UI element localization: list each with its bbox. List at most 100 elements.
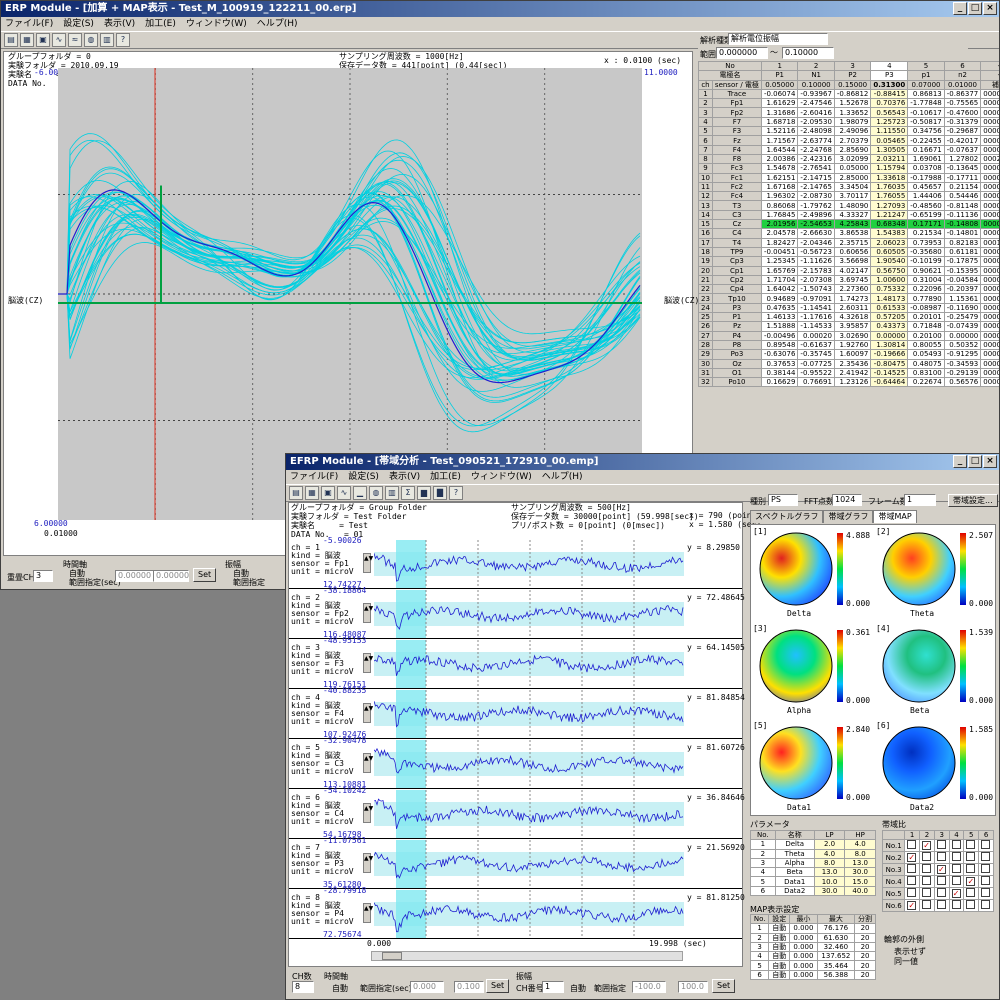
map-icon[interactable]: ◍ xyxy=(369,486,383,500)
channel-spin-icon[interactable]: ▲▼ xyxy=(363,753,373,773)
table-row[interactable]: 14 C3 1.76845 -2.49896 4.33327 1.21247 -0.6519… xyxy=(698,209,999,221)
mapset-row[interactable]: 4 自動 0.000 137.652 20 xyxy=(749,951,876,962)
channel-wave-plot[interactable] xyxy=(374,540,684,588)
band-checkbox[interactable] xyxy=(919,887,935,901)
channel-spin-icon[interactable]: ▲▼ xyxy=(363,703,373,723)
analysis-table[interactable]: No 1 2 3 4 5 6- 電極名 P1 N1 P2 P3 p1 n2- ch sensor / 電極 0.… xyxy=(698,60,999,388)
table-row[interactable]: 29 Po3 -0.63076 -0.35745 1.60097 -0.19666 0.05… xyxy=(698,349,999,360)
checkbox[interactable] xyxy=(966,840,976,850)
mapset-cell[interactable]: 35.464 xyxy=(816,960,856,971)
checkbox[interactable]: ✓ xyxy=(907,901,917,911)
wave-icon[interactable]: ∿ xyxy=(337,486,351,500)
mapset-cell[interactable]: 0.000 xyxy=(789,932,818,943)
checkbox[interactable] xyxy=(907,888,917,898)
channel-spin-icon[interactable]: ▲▼ xyxy=(363,553,373,573)
band-checkbox[interactable]: ✓ xyxy=(919,839,935,853)
horizontal-scrollbar[interactable] xyxy=(371,951,683,961)
table-row[interactable]: 11 Fc2 1.67168 -2.14765 3.34504 1.76035 0.4565… xyxy=(698,181,999,193)
band-checkbox[interactable]: ✓ xyxy=(963,875,980,889)
checkbox[interactable] xyxy=(981,900,991,910)
channel-wave-plot[interactable] xyxy=(374,790,684,838)
table-row[interactable]: 24 P3 0.47635 -1.14541 2.60311 0.61533 -0.0898… xyxy=(698,302,999,314)
band-checkbox[interactable] xyxy=(919,863,935,877)
minimize-icon[interactable]: _ xyxy=(953,2,967,15)
table-row[interactable]: 8 F8 2.00386 -2.42316 3.02099 2.03211 1.69061 1… xyxy=(698,153,999,165)
band-checkbox[interactable] xyxy=(963,887,980,901)
checkbox[interactable] xyxy=(936,840,946,850)
table-row[interactable]: 28 P8 0.89548 -0.61637 1.92760 1.30814 0.80055… xyxy=(698,339,999,351)
mapset-row[interactable]: 5 自動 0.000 35.464 20 xyxy=(749,960,876,971)
back-count-select[interactable]: 3 xyxy=(33,570,53,582)
band-checkbox[interactable] xyxy=(933,851,950,865)
amp-auto-radio[interactable]: 自動 xyxy=(570,983,586,994)
band-checkbox[interactable]: ✓ xyxy=(904,851,921,865)
channel-spin-icon[interactable]: ▲▼ xyxy=(363,903,373,923)
band-checkbox[interactable] xyxy=(933,899,950,913)
checkbox[interactable] xyxy=(951,900,961,910)
back-from-field[interactable]: 0.00000 xyxy=(115,570,155,582)
checkbox[interactable] xyxy=(907,876,917,886)
band-map-cell[interactable]: [4] 1.539 0.000 Beta xyxy=(874,622,996,718)
checkbox[interactable] xyxy=(966,864,976,874)
checkbox[interactable] xyxy=(922,876,932,886)
menu-item[interactable]: 表示(V) xyxy=(389,470,420,484)
back-set-button[interactable]: Set xyxy=(193,568,217,582)
param-cell[interactable]: 4.0 xyxy=(844,839,876,850)
channel-wave-plot[interactable] xyxy=(374,840,684,888)
mapset-cell[interactable]: 20 xyxy=(854,969,876,981)
band-checkbox[interactable] xyxy=(978,899,994,913)
front-title-bar[interactable]: EFRP Module - [帯域分析 - Test_090521_172910… xyxy=(286,454,999,470)
checkbox[interactable]: ✓ xyxy=(966,877,976,887)
table-row[interactable]: 6 Fz 1.71567 -2.63774 2.70379 0.05465 -0.22455… xyxy=(698,135,999,146)
checkbox[interactable] xyxy=(936,888,946,898)
checkbox[interactable] xyxy=(966,888,976,898)
channel-wave-plot[interactable] xyxy=(374,590,684,638)
mapset-cell[interactable]: 137.652 xyxy=(816,951,856,962)
band-checkbox[interactable] xyxy=(919,851,935,865)
channel-spin-icon[interactable]: ▲▼ xyxy=(363,853,373,873)
band-checkbox[interactable] xyxy=(948,839,965,853)
table-row[interactable]: 16 C4 2.04578 -2.66630 3.86538 1.54383 0.21534… xyxy=(698,228,999,239)
band-map-cell[interactable]: [5] 2.840 0.000 Data1 xyxy=(751,719,873,815)
frame-field[interactable]: 1 xyxy=(904,494,936,506)
band-checkbox[interactable] xyxy=(963,863,980,877)
band-settings-button[interactable]: 帯域設定... xyxy=(948,494,998,507)
map-settings-table[interactable]: No. 設定 最小 最大 分割 1 自動 0.000 76.176 20 2 自動 0.000 61.63… xyxy=(749,913,876,981)
table-row[interactable]: 18 TP9 -0.00451 -0.56723 0.60656 0.60505 -0.35… xyxy=(698,246,999,258)
channel-wave-plot[interactable] xyxy=(374,740,684,788)
col-name[interactable]: P2 xyxy=(833,70,872,81)
param-row[interactable]: 4 Beta 13.0 30.0 xyxy=(750,867,876,878)
close-icon[interactable]: × xyxy=(983,455,997,468)
col-name[interactable]: N1 xyxy=(797,70,835,81)
param-cell[interactable]: Alpha xyxy=(774,857,815,869)
param-cell[interactable]: Delta xyxy=(774,839,815,850)
grid-icon[interactable]: ▥ xyxy=(385,486,399,500)
param-cell[interactable]: 2.0 xyxy=(813,839,846,850)
kind-select[interactable]: PS xyxy=(768,494,798,506)
param-cell[interactable]: 8.0 xyxy=(844,848,876,859)
checkbox[interactable] xyxy=(951,852,961,862)
param-cell[interactable]: 13.0 xyxy=(844,857,876,869)
checkbox[interactable]: ✓ xyxy=(922,841,932,851)
menu-item[interactable]: ファイル(F) xyxy=(290,470,338,484)
menu-item[interactable]: 加工(E) xyxy=(430,470,461,484)
table-icon[interactable]: ▥ xyxy=(100,33,114,47)
kind-select[interactable]: 解析電位振幅 xyxy=(728,33,828,45)
table-row[interactable]: 2 Fp1 1.61629 -2.47546 1.52678 0.70376 -1.7784… xyxy=(698,98,999,109)
ch-count-select[interactable]: 8 xyxy=(292,981,314,993)
band-checkbox[interactable]: ✓ xyxy=(933,863,950,877)
time-to-field[interactable]: 0.100 xyxy=(454,981,484,993)
table-row[interactable]: 31 O1 0.38144 -0.95522 2.41942 -0.14525 0.8310… xyxy=(698,367,999,379)
outline-opt2[interactable]: 同一値 xyxy=(894,956,918,967)
menu-item[interactable]: 設定(S) xyxy=(348,470,379,484)
param-row[interactable]: 5 Data1 10.0 15.0 xyxy=(750,876,876,887)
wave2-icon[interactable]: ≈ xyxy=(68,33,82,47)
open-icon[interactable]: ▤ xyxy=(289,486,303,500)
band-checkbox[interactable] xyxy=(963,899,980,913)
spectrum-icon[interactable]: ▁ xyxy=(353,486,367,500)
menu-item[interactable]: 加工(E) xyxy=(145,17,176,31)
band-checkbox[interactable] xyxy=(919,875,935,889)
table-row[interactable]: 7 F4 1.64544 -2.24768 2.85690 1.30505 0.16671-… xyxy=(698,144,999,155)
table-row[interactable]: 5 F3 1.52116 -2.48098 2.49096 1.11550 0.34756-… xyxy=(698,126,999,137)
band-checkbox[interactable] xyxy=(948,875,965,889)
